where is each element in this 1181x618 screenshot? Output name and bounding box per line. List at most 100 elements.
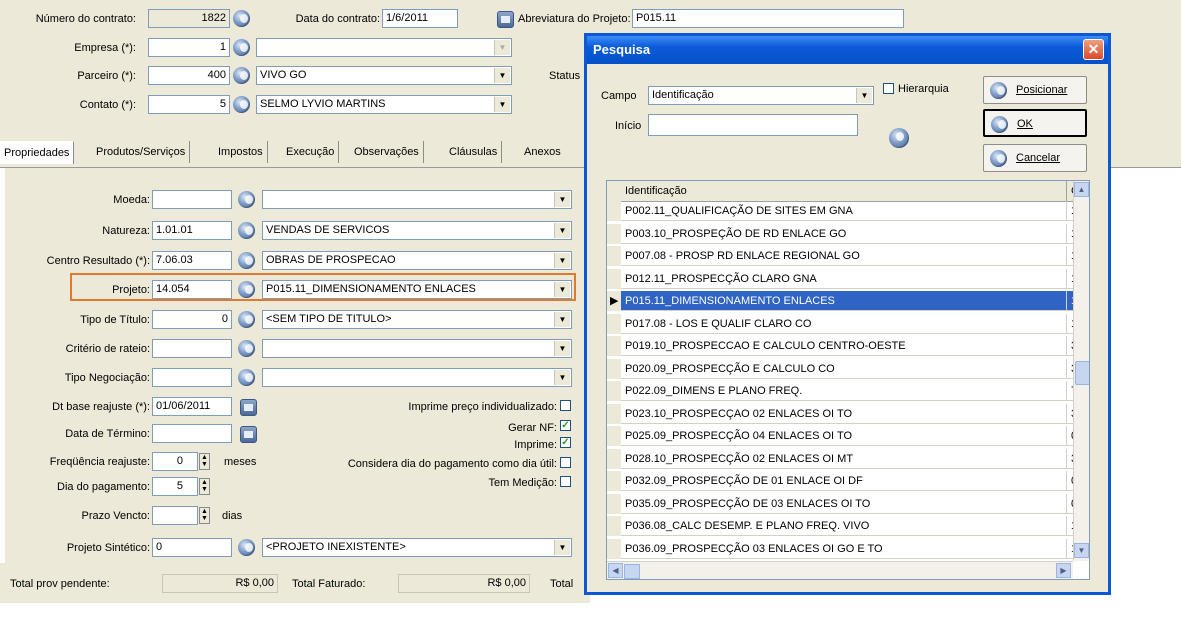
row-indicator-icon: [607, 201, 621, 221]
contact-field[interactable]: 5: [148, 95, 230, 114]
table-row[interactable]: ▶P015.11_DIMENSIONAMENTO ENLACES14.C: [607, 291, 1089, 311]
table-row[interactable]: P036.09_PROSPECÇÃO 03 ENLACES OI GO E TO…: [607, 538, 1089, 559]
row-indicator-icon: [607, 246, 621, 266]
dialog-title: Pesquisa: [587, 36, 1108, 64]
ok-button[interactable]: OK: [983, 109, 1087, 137]
projeto-sintetico-field[interactable]: 0: [152, 538, 232, 557]
table-row[interactable]: P003.10_PROSPEÇÃO DE RD ENLACE GO14.C: [607, 223, 1089, 244]
lookup-icon[interactable]: [238, 191, 255, 208]
gerar-nf-checkbox[interactable]: ✓: [560, 420, 571, 431]
tab-execucao[interactable]: Execução: [282, 141, 340, 163]
lookup-icon[interactable]: [233, 67, 250, 84]
projeto-sintetico-dropdown[interactable]: <PROJETO INEXISTENTE> ▼: [262, 538, 572, 557]
criterio-field[interactable]: [152, 339, 232, 358]
inicio-input[interactable]: [648, 114, 858, 136]
projeto-field[interactable]: 14.054: [152, 280, 232, 299]
tab-clausulas[interactable]: Cláusulas: [445, 141, 503, 163]
tipo-negociacao-dropdown[interactable]: ▼: [262, 368, 572, 387]
moeda-dropdown[interactable]: ▼: [262, 190, 572, 209]
tem-medicao-checkbox[interactable]: [560, 476, 571, 487]
table-row[interactable]: P002.11_QUALIFICAÇÃO DE SITES EM GNA11.C: [607, 201, 1089, 221]
projeto-dropdown[interactable]: P015.11_DIMENSIONAMENTO ENLACES ▼: [262, 280, 572, 299]
cell-identificacao: P023.10_PROSPECÇAO 02 ENLACES OI TO: [621, 403, 1067, 424]
table-row[interactable]: P023.10_PROSPECÇAO 02 ENLACES OI TO37.C: [607, 403, 1089, 424]
column-header-identificacao[interactable]: Identificação: [621, 181, 1067, 201]
scroll-down-icon[interactable]: ▼: [1074, 543, 1089, 558]
dia-pagamento-field[interactable]: 5: [152, 477, 198, 496]
dt-base-field[interactable]: 01/06/2011: [152, 397, 232, 416]
partner-field[interactable]: 400: [148, 66, 230, 85]
lookup-icon[interactable]: [233, 39, 250, 56]
tab-propriedades[interactable]: Propriedades: [0, 141, 75, 164]
row-indicator-icon: [607, 268, 621, 289]
centro-field[interactable]: 7.06.03: [152, 251, 232, 270]
table-row[interactable]: P012.11_PROSPECÇÃO CLARO GNA10.C: [607, 268, 1089, 289]
refresh-icon[interactable]: [889, 128, 909, 148]
tab-produtos-servicos[interactable]: Produtos/Serviços: [92, 141, 191, 163]
horizontal-scrollbar[interactable]: ◀ ▶: [607, 561, 1073, 579]
table-row[interactable]: P035.09_PROSPECÇÃO DE 03 ENLACES OI TO01…: [607, 493, 1089, 514]
table-row[interactable]: P028.10_PROSPECÇÃO 02 ENLACES OI MT37.C: [607, 448, 1089, 469]
freq-reajuste-field[interactable]: 0: [152, 452, 198, 471]
data-termino-field[interactable]: [152, 424, 232, 443]
natureza-dropdown[interactable]: VENDAS DE SERVICOS ▼: [262, 221, 572, 240]
prazo-spinner[interactable]: ▲ ▼: [199, 507, 210, 524]
company-dropdown[interactable]: ▼: [256, 38, 512, 57]
scroll-thumb[interactable]: [1075, 361, 1089, 385]
tab-impostos[interactable]: Impostos: [214, 141, 268, 163]
scroll-up-icon[interactable]: ▲: [1074, 182, 1089, 197]
table-row[interactable]: P020.09_PROSPECÇÃO E CALCULO CO33.C: [607, 358, 1089, 379]
hscroll-thumb[interactable]: [624, 564, 640, 579]
table-row[interactable]: P032.09_PROSPECÇÃO DE 01 ENLACE OI DF01.…: [607, 471, 1089, 491]
campo-dropdown[interactable]: Identificação ▼: [648, 86, 874, 105]
scroll-left-icon[interactable]: ◀: [608, 563, 623, 578]
tab-anexos[interactable]: Anexos: [520, 141, 565, 163]
partner-dropdown[interactable]: VIVO GO ▼: [256, 66, 512, 85]
posicionar-button[interactable]: Posicionar: [983, 76, 1087, 104]
cancelar-button[interactable]: Cancelar: [983, 144, 1087, 172]
project-abbrev-field[interactable]: P015.11: [632, 9, 904, 28]
table-row[interactable]: P025.09_PROSPECÇÃO 04 ENLACES OI TO01.1: [607, 426, 1089, 446]
lookup-icon[interactable]: [238, 311, 255, 328]
lookup-icon[interactable]: [238, 222, 255, 239]
table-row[interactable]: P019.10_PROSPECCAO E CALCULO CENTRO-OEST…: [607, 336, 1089, 356]
natureza-field[interactable]: 1.01.01: [152, 221, 232, 240]
table-row[interactable]: P017.08 - LOS E QUALIF CLARO CO10.C: [607, 313, 1089, 334]
calendar-icon[interactable]: [240, 426, 257, 443]
calendar-icon[interactable]: [497, 11, 514, 28]
hierarquia-label: Hierarquia: [898, 83, 949, 95]
imprime-preco-checkbox[interactable]: [560, 400, 571, 411]
centro-dropdown[interactable]: OBRAS DE PROSPECAO ▼: [262, 251, 572, 270]
dia-pagamento-spinner[interactable]: ▲ ▼: [199, 478, 210, 495]
company-field[interactable]: 1: [148, 38, 230, 57]
tipo-titulo-field[interactable]: 0: [152, 310, 232, 329]
criterio-dropdown[interactable]: ▼: [262, 339, 572, 358]
lookup-icon[interactable]: [238, 281, 255, 298]
moeda-field[interactable]: [152, 190, 232, 209]
vertical-scrollbar[interactable]: ▲ ▼: [1073, 181, 1089, 561]
hierarquia-checkbox[interactable]: [883, 83, 894, 94]
table-row[interactable]: P036.08_CALC DESEMP. E PLANO FREQ. VIVO1…: [607, 516, 1089, 536]
lookup-icon[interactable]: [233, 10, 250, 27]
contract-date-field[interactable]: 1/6/2011: [382, 9, 458, 28]
contact-dropdown[interactable]: SELMO LYVIO MARTINS ▼: [256, 95, 512, 114]
freq-spinner[interactable]: ▲ ▼: [199, 453, 210, 470]
tipo-titulo-dropdown[interactable]: <SEM TIPO DE TITULO> ▼: [262, 310, 572, 329]
calendar-icon[interactable]: [240, 399, 257, 416]
lookup-icon[interactable]: [238, 369, 255, 386]
imprime-checkbox[interactable]: ✓: [560, 437, 571, 448]
lookup-icon[interactable]: [238, 252, 255, 269]
lookup-icon[interactable]: [238, 539, 255, 556]
close-icon[interactable]: ✕: [1083, 39, 1104, 60]
considera-checkbox[interactable]: [560, 457, 571, 468]
tab-observacoes[interactable]: Observações: [350, 141, 424, 163]
prazo-vencto-field[interactable]: [152, 506, 198, 525]
contract-number-field[interactable]: 1822: [148, 9, 230, 28]
scroll-right-icon[interactable]: ▶: [1056, 563, 1071, 578]
tipo-negociacao-field[interactable]: [152, 368, 232, 387]
table-row[interactable]: P022.09_DIMENS E PLANO FREQ.75.C: [607, 381, 1089, 401]
table-row[interactable]: P007.08 - PROSP RD ENLACE REGIONAL GO14.…: [607, 246, 1089, 266]
lookup-icon[interactable]: [238, 340, 255, 357]
lookup-icon[interactable]: [233, 96, 250, 113]
row-indicator-icon: [607, 448, 621, 469]
